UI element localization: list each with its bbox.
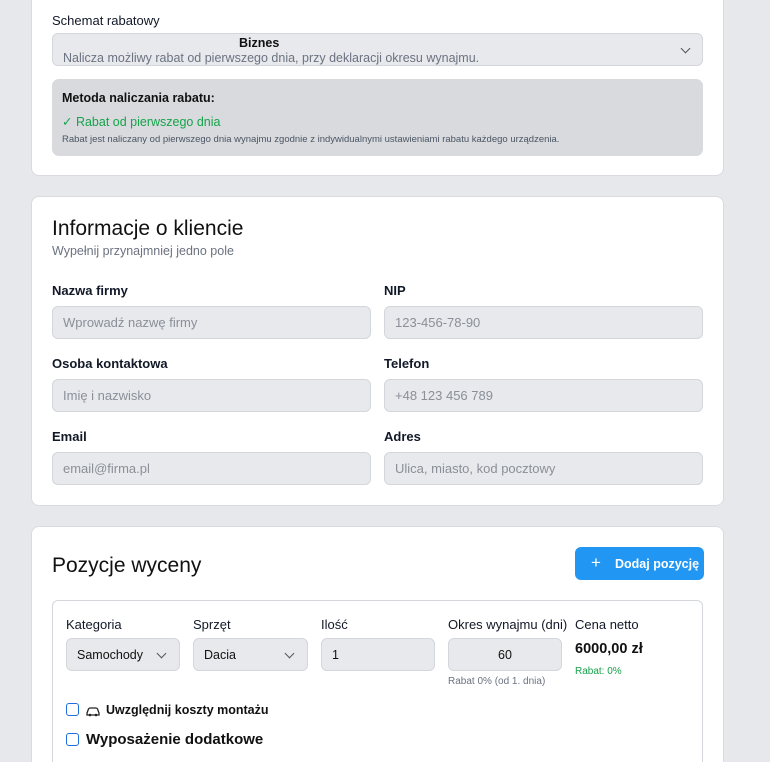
discount-method-title: Metoda naliczania rabatu: [62, 91, 215, 105]
discount-scheme-description: Nalicza możliwy rabat od pierwszego dnia… [63, 51, 480, 65]
client-section-subtitle: Wypełnij przynajmniej jedno pole [52, 244, 234, 258]
address-label: Adres [384, 429, 421, 444]
chevron-down-icon [156, 648, 167, 659]
quote-item-row: Kategoria Samochody Sprzęt Dacia Ilość 1… [52, 600, 703, 762]
nip-label: NIP [384, 283, 406, 298]
equipment-select[interactable]: Dacia [193, 638, 308, 671]
quote-items-title: Pozycje wyceny [52, 554, 202, 577]
quantity-input[interactable]: 1 [321, 638, 435, 671]
net-price-label: Cena netto [575, 617, 639, 632]
discount-scheme-value: Biznes [239, 36, 280, 50]
email-input[interactable]: email@firma.pl [52, 452, 371, 485]
phone-input[interactable]: +48 123 456 789 [384, 379, 703, 412]
client-section-title: Informacje o kliencie [52, 217, 244, 240]
quote-items-card: Pozycje wyceny + Dodaj pozycję Kategoria… [31, 526, 724, 762]
additional-equipment-checkbox[interactable] [66, 733, 79, 746]
company-name-label: Nazwa firmy [52, 283, 128, 298]
chevron-down-icon [284, 648, 295, 659]
contact-person-label: Osoba kontaktowa [52, 356, 168, 371]
email-label: Email [52, 429, 87, 444]
discount-scheme-label: Schemat rabatowy [52, 13, 160, 28]
plus-icon: + [591, 553, 601, 572]
discount-card: Schemat rabatowy Biznes Nalicza możliwy … [31, 0, 724, 176]
phone-label: Telefon [384, 356, 430, 371]
quantity-label: Ilość [321, 617, 348, 632]
additional-equipment-label: Wyposażenie dodatkowe [86, 731, 264, 748]
rental-period-label: Okres wynajmu (dni) [448, 617, 568, 632]
rental-period-note: Rabat 0% (od 1. dnia) [448, 676, 546, 687]
net-price-discount: Rabat: 0% [575, 666, 622, 677]
equipment-value: Dacia [204, 647, 236, 662]
discount-method-value: ✓ Rabat od pierwszego dnia [62, 115, 221, 129]
rental-period-input[interactable]: 60 [448, 638, 562, 671]
discount-scheme-select[interactable]: Biznes Nalicza możliwy rabat od pierwsze… [52, 33, 703, 66]
equipment-label: Sprzęt [193, 617, 231, 632]
car-icon [86, 704, 100, 722]
nip-input[interactable]: 123-456-78-90 [384, 306, 703, 339]
company-name-input[interactable]: Wprowadź nazwę firmy [52, 306, 371, 339]
discount-method-description: Rabat jest naliczany od pierwszego dnia … [62, 134, 560, 145]
category-select[interactable]: Samochody [66, 638, 180, 671]
chevron-down-icon [680, 43, 691, 54]
mounting-costs-checkbox[interactable] [66, 703, 79, 716]
address-input[interactable]: Ulica, miasto, kod pocztowy [384, 452, 703, 485]
category-label: Kategoria [66, 617, 122, 632]
add-item-button[interactable]: + Dodaj pozycję [575, 547, 704, 580]
client-info-card: Informacje o kliencie Wypełnij przynajmn… [31, 196, 724, 506]
category-value: Samochody [77, 647, 144, 662]
contact-person-input[interactable]: Imię i nazwisko [52, 379, 371, 412]
add-item-button-label: Dodaj pozycję [615, 557, 700, 571]
net-price-value: 6000,00 zł [575, 641, 643, 657]
discount-method-box: Metoda naliczania rabatu: ✓ Rabat od pie… [52, 79, 703, 156]
mounting-costs-label: Uwzględnij koszty montażu [106, 703, 269, 717]
